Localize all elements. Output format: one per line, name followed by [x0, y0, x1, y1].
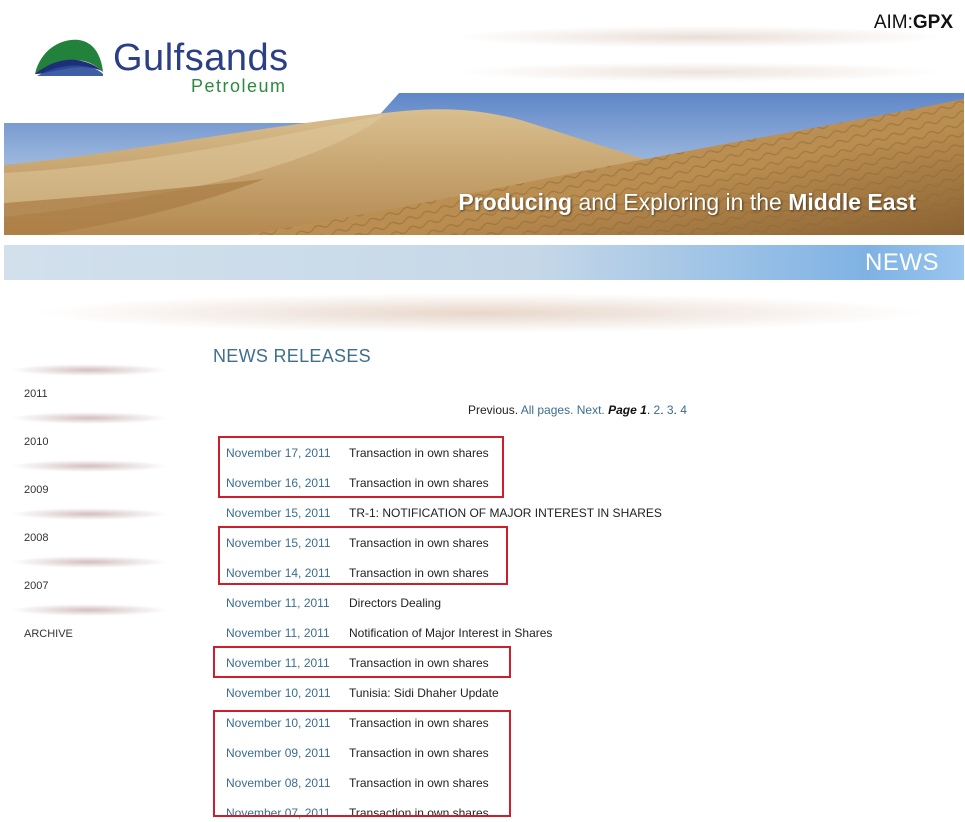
sidebar-divider [10, 508, 168, 520]
pager-page-link-4[interactable]: 4 [680, 403, 687, 417]
sidebar-divider [10, 604, 168, 616]
decorative-streak [455, 62, 945, 82]
tagline-bold-1: Producing [458, 189, 573, 215]
pager-page-link-2[interactable]: 2 [654, 403, 661, 417]
logo-wordmark: Gulfsands [113, 37, 289, 79]
ticker-code: GPX [912, 12, 953, 33]
news-title-link[interactable]: Directors Dealing [349, 596, 441, 610]
sidebar-divider [10, 460, 168, 472]
pager-previous: Previous. [468, 403, 519, 417]
section-title: NEWS [865, 249, 939, 276]
pager-page-label: Page [608, 403, 637, 417]
sidebar-item-archive[interactable]: ARCHIVE [24, 628, 73, 640]
pager-all-pages-link[interactable]: All pages. [521, 403, 574, 417]
sidebar-divider [10, 412, 168, 424]
highlight-box [213, 646, 511, 678]
news-date-link[interactable]: November 15, 2011 [226, 506, 331, 520]
header-banner: Producing and Exploring in the Middle Ea… [4, 93, 964, 235]
news-date-link[interactable]: November 10, 2011 [226, 686, 331, 700]
highlight-box [213, 710, 511, 817]
pager-page-link-3[interactable]: 3 [667, 403, 674, 417]
tagline-text: and Exploring in the [572, 189, 789, 215]
banner-tagline: Producing and Exploring in the Middle Ea… [458, 189, 916, 216]
sidebar-divider [10, 556, 168, 568]
sidebar-item-2010[interactable]: 2010 [24, 436, 48, 448]
news-title-link[interactable]: Notification of Major Interest in Shares [349, 626, 552, 640]
news-title-link[interactable]: TR-1: NOTIFICATION OF MAJOR INTEREST IN … [349, 506, 662, 520]
news-date-link[interactable]: November 11, 2011 [226, 596, 330, 610]
section-title-bar: NEWS [4, 245, 964, 280]
sidebar-item-2007[interactable]: 2007 [24, 580, 48, 592]
highlight-box [218, 526, 508, 585]
company-logo[interactable]: Gulfsands Petroleum [33, 36, 313, 98]
pager-next-link[interactable]: Next. [577, 403, 605, 417]
sidebar-item-2009[interactable]: 2009 [24, 484, 48, 496]
news-date-link[interactable]: November 11, 2011 [226, 626, 330, 640]
pager-current-page: Page 1 [608, 403, 647, 417]
page-title: NEWS RELEASES [213, 346, 371, 366]
logo-dune-icon [35, 39, 103, 76]
sidebar-item-2008[interactable]: 2008 [24, 532, 48, 544]
sidebar-item-2011[interactable]: 2011 [24, 388, 48, 400]
tagline-bold-2: Middle East [788, 189, 916, 215]
news-title-link[interactable]: Tunisia: Sidi Dhaher Update [349, 686, 499, 700]
sidebar-divider [10, 364, 168, 376]
decorative-streak [450, 26, 950, 48]
pagination: Previous. All pages. Next. Page 1. 2. 3.… [468, 403, 687, 417]
highlight-box [218, 436, 504, 498]
decorative-swoosh [30, 293, 930, 333]
pager-current-number: 1 [640, 403, 647, 417]
